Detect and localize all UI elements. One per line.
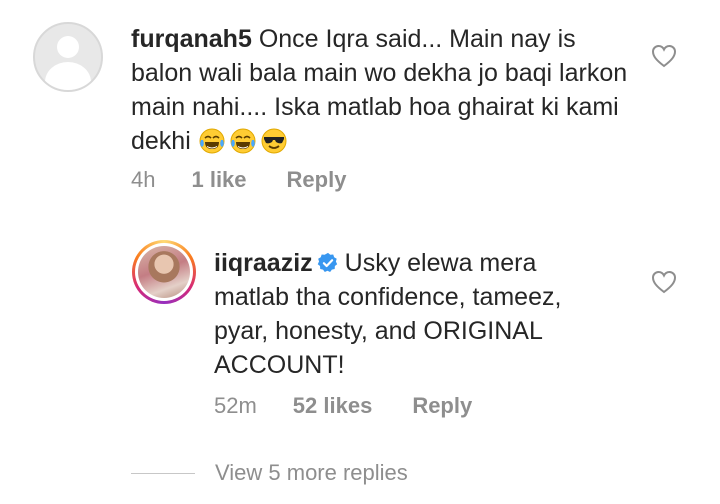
- comment-2-time: 52m: [214, 393, 257, 418]
- avatar-inner: [135, 243, 193, 301]
- sunglasses-emoji-icon: [261, 128, 287, 154]
- laughing-crying-emoji-icon: [199, 128, 225, 154]
- heart-outline-icon[interactable]: [651, 270, 677, 294]
- avatar-photo: [138, 246, 190, 298]
- comment-1-time: 4h: [131, 167, 156, 192]
- comment-2-likes[interactable]: 52 likes: [293, 393, 373, 419]
- comment-2: iiqraaziz Usky elewa mera matlab tha conf…: [214, 246, 614, 382]
- avatar-story-ring[interactable]: [132, 240, 196, 304]
- heart-outline-icon[interactable]: [651, 44, 677, 68]
- comment-1-username[interactable]: furqanah5: [131, 25, 252, 53]
- view-more-replies-label[interactable]: View 5 more replies: [215, 460, 408, 486]
- avatar-shoulders-shape: [45, 62, 91, 90]
- comment-1: furqanah5 Once Iqra said... Main nay is …: [131, 22, 631, 158]
- comment-1-likes[interactable]: 1 like: [191, 167, 246, 193]
- comment-2-meta: 52m 52 likes Reply: [214, 393, 512, 419]
- comment-1-reply-button[interactable]: Reply: [287, 167, 347, 193]
- verified-badge-icon: [317, 252, 337, 272]
- replies-divider-line: [131, 472, 195, 474]
- avatar-default[interactable]: [33, 22, 103, 92]
- comment-2-reply-button[interactable]: Reply: [412, 393, 472, 419]
- laughing-crying-emoji-icon: [230, 128, 256, 154]
- comment-2-username[interactable]: iiqraaziz: [214, 249, 313, 277]
- avatar-head-shape: [57, 36, 79, 58]
- view-more-replies-button[interactable]: View 5 more replies: [131, 460, 408, 486]
- comment-1-meta: 4h 1 like Reply: [131, 167, 386, 193]
